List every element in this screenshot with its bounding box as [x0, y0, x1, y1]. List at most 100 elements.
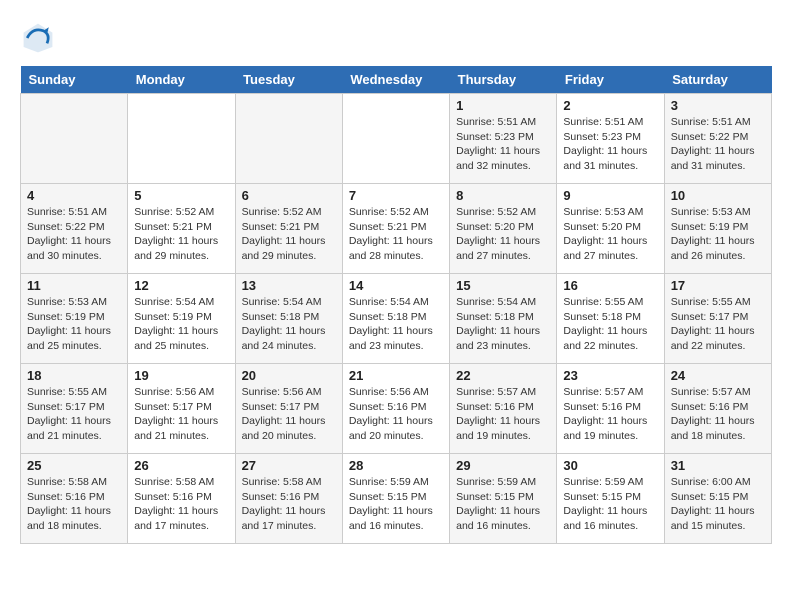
calendar-cell: 26 Sunrise: 5:58 AM Sunset: 5:16 PM Dayli…: [128, 454, 235, 544]
week-row-3: 11 Sunrise: 5:53 AM Sunset: 5:19 PM Dayli…: [21, 274, 772, 364]
day-number: 5: [134, 188, 228, 203]
day-number: 11: [27, 278, 121, 293]
day-info: Sunrise: 5:56 AM Sunset: 5:17 PM Dayligh…: [242, 385, 336, 444]
logo-icon: [20, 20, 56, 56]
calendar-cell: 22 Sunrise: 5:57 AM Sunset: 5:16 PM Dayli…: [450, 364, 557, 454]
calendar-cell: 12 Sunrise: 5:54 AM Sunset: 5:19 PM Dayli…: [128, 274, 235, 364]
day-number: 23: [563, 368, 657, 383]
calendar-cell: 19 Sunrise: 5:56 AM Sunset: 5:17 PM Dayli…: [128, 364, 235, 454]
day-number: 19: [134, 368, 228, 383]
day-info: Sunrise: 5:52 AM Sunset: 5:21 PM Dayligh…: [349, 205, 443, 264]
day-info: Sunrise: 5:51 AM Sunset: 5:23 PM Dayligh…: [456, 115, 550, 174]
logo: [20, 20, 62, 56]
page-header: [20, 20, 772, 56]
calendar-cell: 29 Sunrise: 5:59 AM Sunset: 5:15 PM Dayli…: [450, 454, 557, 544]
day-number: 1: [456, 98, 550, 113]
day-info: Sunrise: 5:58 AM Sunset: 5:16 PM Dayligh…: [134, 475, 228, 534]
day-info: Sunrise: 5:57 AM Sunset: 5:16 PM Dayligh…: [563, 385, 657, 444]
day-number: 8: [456, 188, 550, 203]
day-info: Sunrise: 5:54 AM Sunset: 5:18 PM Dayligh…: [349, 295, 443, 354]
weekday-header-thursday: Thursday: [450, 66, 557, 94]
day-info: Sunrise: 5:56 AM Sunset: 5:17 PM Dayligh…: [134, 385, 228, 444]
day-info: Sunrise: 5:54 AM Sunset: 5:19 PM Dayligh…: [134, 295, 228, 354]
weekday-header-row: SundayMondayTuesdayWednesdayThursdayFrid…: [21, 66, 772, 94]
calendar-cell: 15 Sunrise: 5:54 AM Sunset: 5:18 PM Dayli…: [450, 274, 557, 364]
calendar-cell: 7 Sunrise: 5:52 AM Sunset: 5:21 PM Daylig…: [342, 184, 449, 274]
day-number: 31: [671, 458, 765, 473]
day-info: Sunrise: 5:54 AM Sunset: 5:18 PM Dayligh…: [242, 295, 336, 354]
day-number: 12: [134, 278, 228, 293]
day-number: 4: [27, 188, 121, 203]
day-number: 27: [242, 458, 336, 473]
weekday-header-monday: Monday: [128, 66, 235, 94]
day-number: 24: [671, 368, 765, 383]
calendar-cell: 18 Sunrise: 5:55 AM Sunset: 5:17 PM Dayli…: [21, 364, 128, 454]
weekday-header-friday: Friday: [557, 66, 664, 94]
calendar-cell: [235, 94, 342, 184]
day-number: 13: [242, 278, 336, 293]
day-number: 21: [349, 368, 443, 383]
day-number: 26: [134, 458, 228, 473]
day-info: Sunrise: 5:56 AM Sunset: 5:16 PM Dayligh…: [349, 385, 443, 444]
calendar-cell: 27 Sunrise: 5:58 AM Sunset: 5:16 PM Dayli…: [235, 454, 342, 544]
calendar-cell: 20Sunrise: 5:56 AM Sunset: 5:17 PM Dayli…: [235, 364, 342, 454]
calendar-cell: [342, 94, 449, 184]
calendar-cell: 2 Sunrise: 5:51 AM Sunset: 5:23 PM Daylig…: [557, 94, 664, 184]
calendar-cell: 14 Sunrise: 5:54 AM Sunset: 5:18 PM Dayli…: [342, 274, 449, 364]
day-info: Sunrise: 5:59 AM Sunset: 5:15 PM Dayligh…: [349, 475, 443, 534]
day-number: 6: [242, 188, 336, 203]
week-row-4: 18 Sunrise: 5:55 AM Sunset: 5:17 PM Dayli…: [21, 364, 772, 454]
day-number: 15: [456, 278, 550, 293]
calendar-cell: [128, 94, 235, 184]
calendar-cell: 13 Sunrise: 5:54 AM Sunset: 5:18 PM Dayli…: [235, 274, 342, 364]
calendar-cell: 24 Sunrise: 5:57 AM Sunset: 5:16 PM Dayli…: [664, 364, 771, 454]
calendar-cell: 25Sunrise: 5:58 AM Sunset: 5:16 PM Dayli…: [21, 454, 128, 544]
calendar-cell: 21 Sunrise: 5:56 AM Sunset: 5:16 PM Dayli…: [342, 364, 449, 454]
calendar-cell: 23 Sunrise: 5:57 AM Sunset: 5:16 PM Dayli…: [557, 364, 664, 454]
day-info: Sunrise: 5:52 AM Sunset: 5:21 PM Dayligh…: [242, 205, 336, 264]
day-number: 22: [456, 368, 550, 383]
day-number: 14: [349, 278, 443, 293]
day-info: Sunrise: 5:53 AM Sunset: 5:19 PM Dayligh…: [671, 205, 765, 264]
calendar-cell: 16 Sunrise: 5:55 AM Sunset: 5:18 PM Dayli…: [557, 274, 664, 364]
day-info: Sunrise: 5:51 AM Sunset: 5:22 PM Dayligh…: [671, 115, 765, 174]
day-number: 18: [27, 368, 121, 383]
week-row-5: 25Sunrise: 5:58 AM Sunset: 5:16 PM Dayli…: [21, 454, 772, 544]
week-row-1: 1 Sunrise: 5:51 AM Sunset: 5:23 PM Daylig…: [21, 94, 772, 184]
day-info: Sunrise: 5:57 AM Sunset: 5:16 PM Dayligh…: [456, 385, 550, 444]
day-number: 9: [563, 188, 657, 203]
calendar-cell: 10 Sunrise: 5:53 AM Sunset: 5:19 PM Dayli…: [664, 184, 771, 274]
day-info: Sunrise: 5:59 AM Sunset: 5:15 PM Dayligh…: [456, 475, 550, 534]
calendar-cell: 1 Sunrise: 5:51 AM Sunset: 5:23 PM Daylig…: [450, 94, 557, 184]
day-info: Sunrise: 5:57 AM Sunset: 5:16 PM Dayligh…: [671, 385, 765, 444]
day-info: Sunrise: 5:55 AM Sunset: 5:17 PM Dayligh…: [27, 385, 121, 444]
calendar-cell: 9Sunrise: 5:53 AM Sunset: 5:20 PM Daylig…: [557, 184, 664, 274]
day-info: Sunrise: 5:52 AM Sunset: 5:21 PM Dayligh…: [134, 205, 228, 264]
day-number: 30: [563, 458, 657, 473]
day-info: Sunrise: 5:51 AM Sunset: 5:23 PM Dayligh…: [563, 115, 657, 174]
calendar-cell: 30 Sunrise: 5:59 AM Sunset: 5:15 PM Dayli…: [557, 454, 664, 544]
weekday-header-saturday: Saturday: [664, 66, 771, 94]
calendar-cell: 5 Sunrise: 5:52 AM Sunset: 5:21 PM Daylig…: [128, 184, 235, 274]
calendar-cell: 31Sunrise: 6:00 AM Sunset: 5:15 PM Dayli…: [664, 454, 771, 544]
day-number: 10: [671, 188, 765, 203]
day-number: 16: [563, 278, 657, 293]
day-number: 7: [349, 188, 443, 203]
day-number: 17: [671, 278, 765, 293]
weekday-header-sunday: Sunday: [21, 66, 128, 94]
day-info: Sunrise: 5:58 AM Sunset: 5:16 PM Dayligh…: [242, 475, 336, 534]
day-info: Sunrise: 5:55 AM Sunset: 5:17 PM Dayligh…: [671, 295, 765, 354]
day-info: Sunrise: 5:54 AM Sunset: 5:18 PM Dayligh…: [456, 295, 550, 354]
day-info: Sunrise: 5:52 AM Sunset: 5:20 PM Dayligh…: [456, 205, 550, 264]
day-number: 29: [456, 458, 550, 473]
day-info: Sunrise: 5:58 AM Sunset: 5:16 PM Dayligh…: [27, 475, 121, 534]
day-number: 2: [563, 98, 657, 113]
calendar-cell: 28Sunrise: 5:59 AM Sunset: 5:15 PM Dayli…: [342, 454, 449, 544]
day-info: Sunrise: 5:53 AM Sunset: 5:19 PM Dayligh…: [27, 295, 121, 354]
day-info: Sunrise: 5:59 AM Sunset: 5:15 PM Dayligh…: [563, 475, 657, 534]
day-info: Sunrise: 5:51 AM Sunset: 5:22 PM Dayligh…: [27, 205, 121, 264]
calendar-cell: [21, 94, 128, 184]
day-info: Sunrise: 5:55 AM Sunset: 5:18 PM Dayligh…: [563, 295, 657, 354]
weekday-header-tuesday: Tuesday: [235, 66, 342, 94]
calendar-cell: 8 Sunrise: 5:52 AM Sunset: 5:20 PM Daylig…: [450, 184, 557, 274]
